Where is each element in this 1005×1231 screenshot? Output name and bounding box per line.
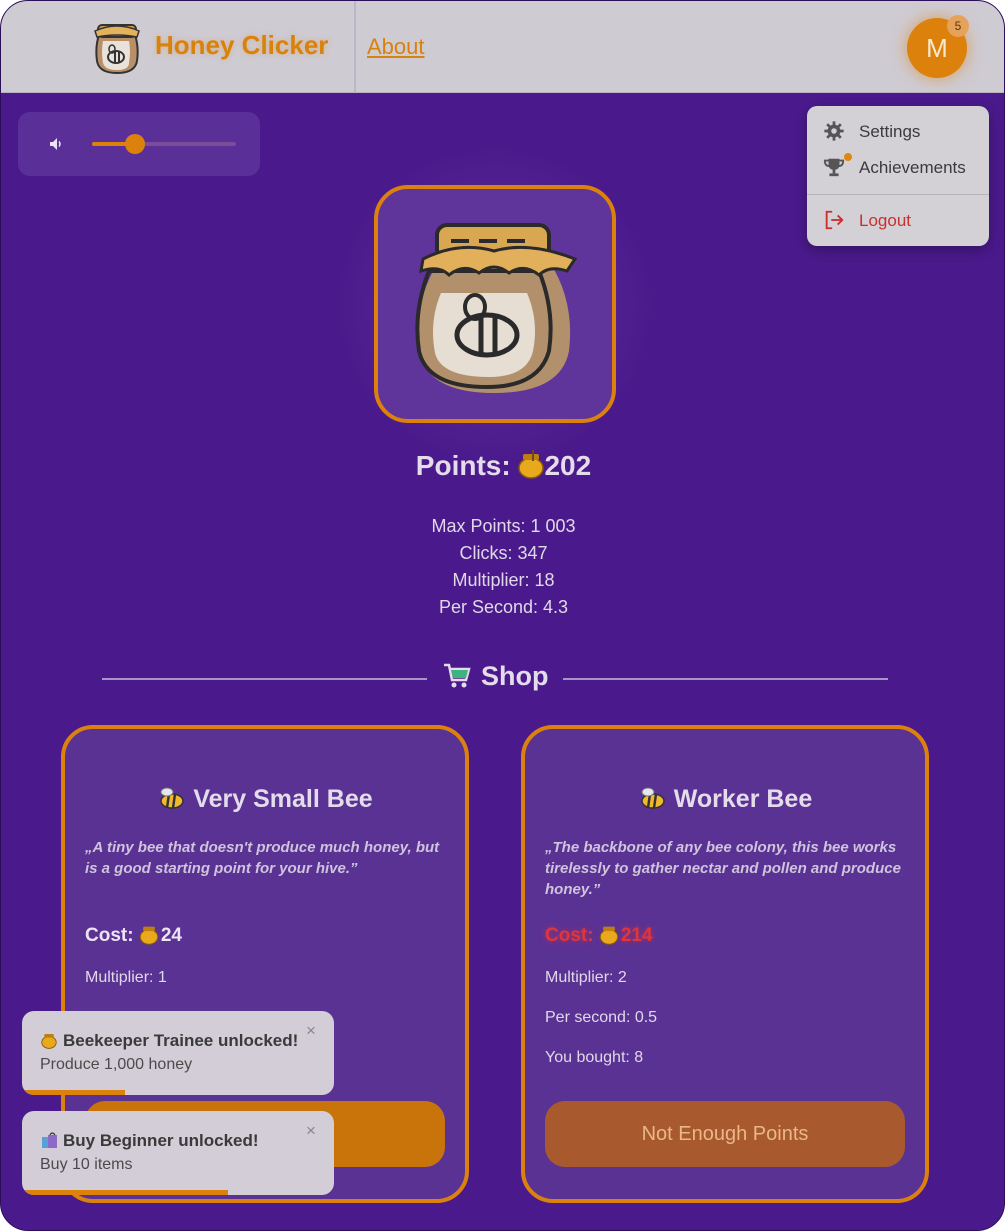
shop-heading: Shop xyxy=(443,661,549,692)
stat-clicks: Clicks: 347 xyxy=(459,543,548,563)
menu-label-logout: Logout xyxy=(859,211,911,230)
menu-item-settings[interactable]: Settings xyxy=(807,115,989,147)
bee-icon xyxy=(160,787,185,809)
toast-message: Produce 1,000 honey xyxy=(40,1056,193,1073)
shopping-cart-icon xyxy=(444,663,471,688)
shop-item-description: „A tiny bee that doesn't produce much ho… xyxy=(85,839,440,877)
toast-progress-bar xyxy=(22,1090,125,1095)
achievement-notification-dot xyxy=(844,153,852,161)
shop-item-per-second: Per second: 0.5 xyxy=(545,1009,658,1026)
points-value: 202 xyxy=(544,450,592,481)
toast-message: Buy 10 items xyxy=(40,1156,133,1173)
toast-title: Buy Beginner unlocked! xyxy=(40,1131,259,1151)
shop-item-name: Worker Bee xyxy=(673,785,813,813)
toast-progress-bar xyxy=(22,1190,228,1195)
cost-label: Cost: xyxy=(545,925,594,946)
honey-jar-icon[interactable] xyxy=(399,211,589,397)
honey-pot-icon xyxy=(599,926,619,945)
toast-title: Beekeeper Trainee unlocked! xyxy=(40,1031,298,1051)
bee-icon xyxy=(641,787,665,809)
menu-label-settings: Settings xyxy=(859,122,921,141)
honey-pot-icon xyxy=(139,926,159,945)
shop-divider-right xyxy=(563,678,888,680)
shop-divider-left xyxy=(102,678,427,680)
logout-icon xyxy=(825,210,844,230)
achievement-toast[interactable]: Buy Beginner unlocked! Buy 10 items × xyxy=(22,1111,334,1195)
toast-close-button[interactable]: × xyxy=(306,1021,316,1041)
toast-title-text: Beekeeper Trainee unlocked! xyxy=(63,1031,299,1050)
honey-jar-logo-icon[interactable] xyxy=(89,17,145,77)
user-dropdown-menu: Settings Achievements Logout xyxy=(807,106,989,246)
top-navbar: Honey Clicker About M 5 xyxy=(1,1,1004,93)
notification-badge: 5 xyxy=(947,15,969,37)
menu-item-achievements[interactable]: Achievements xyxy=(807,151,989,183)
honey-pot-icon xyxy=(41,1034,57,1049)
stat-per-second: Per Second: 4.3 xyxy=(438,597,569,617)
gear-icon xyxy=(824,121,844,141)
cost-value: 24 xyxy=(160,925,182,946)
shop-title-label: Shop xyxy=(481,661,549,691)
honey-pot-icon xyxy=(518,450,545,479)
menu-label-achievements: Achievements xyxy=(859,158,966,177)
shopping-bags-icon xyxy=(42,1132,57,1148)
shop-item-cost: Cost: 214 xyxy=(545,923,653,947)
shop-item-bought-count: You bought: 8 xyxy=(545,1049,644,1066)
points-label: Points: xyxy=(415,450,511,481)
not-enough-points-button[interactable]: Not Enough Points xyxy=(545,1101,905,1167)
cost-value: 214 xyxy=(620,925,653,946)
brand-title[interactable]: Honey Clicker xyxy=(155,30,328,61)
shop-item-multiplier: Multiplier: 1 xyxy=(85,969,167,986)
stat-multiplier: Multiplier: 18 xyxy=(452,570,555,590)
volume-slider-thumb[interactable] xyxy=(125,134,146,154)
menu-divider xyxy=(807,194,989,195)
shop-item-title: Very Small Bee xyxy=(65,785,465,814)
menu-item-logout[interactable]: Logout xyxy=(807,204,989,236)
shop-item-name: Very Small Bee xyxy=(193,785,373,813)
shop-item-multiplier: Multiplier: 2 xyxy=(545,969,627,986)
toast-close-button[interactable]: × xyxy=(306,1121,316,1141)
header-divider xyxy=(354,1,356,93)
trophy-icon xyxy=(823,158,845,177)
shop-item-cost: Cost: 24 xyxy=(85,923,182,947)
speaker-icon[interactable] xyxy=(48,136,64,152)
shop-item-title: Worker Bee xyxy=(525,785,925,814)
volume-control xyxy=(18,112,260,176)
stat-max-points: Max Points: 1 003 xyxy=(431,516,576,536)
app-window: Honey Clicker About M 5 Settings Achieve… xyxy=(0,0,1005,1231)
shop-item-card: Worker Bee „The backbone of any bee colo… xyxy=(521,725,929,1203)
stats-panel: Max Points: 1 003 Clicks: 347 Multiplier… xyxy=(1,513,1004,621)
achievement-toast[interactable]: Beekeeper Trainee unlocked! Produce 1,00… xyxy=(22,1011,334,1095)
about-link[interactable]: About xyxy=(367,34,425,60)
toast-title-text: Buy Beginner unlocked! xyxy=(63,1131,259,1150)
cost-label: Cost: xyxy=(85,925,134,946)
points-counter: Points: 202 xyxy=(1,449,1004,482)
shop-item-description: „The backbone of any bee colony, this be… xyxy=(545,839,901,898)
